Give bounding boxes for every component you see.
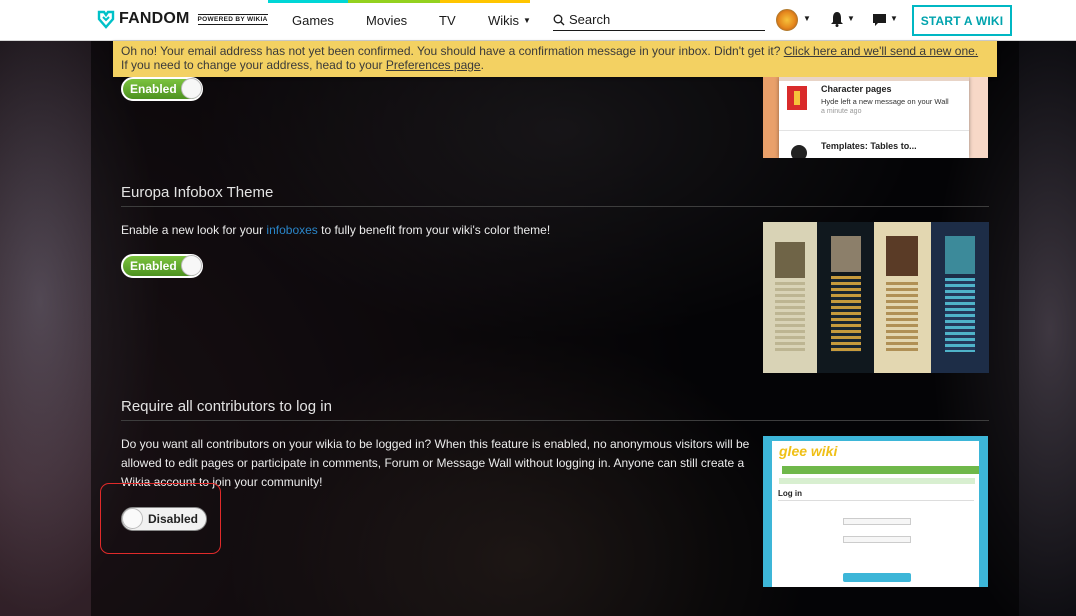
- fandom-heart-icon: [97, 10, 115, 29]
- message-icon[interactable]: [872, 13, 887, 27]
- notifications-chevron-icon[interactable]: ▼: [847, 14, 855, 23]
- preview-notification-title: Character pages: [821, 84, 892, 94]
- resend-confirmation-link[interactable]: Click here and we'll send a new one.: [784, 44, 978, 58]
- banner-text-2-end: .: [480, 58, 484, 72]
- bell-icon[interactable]: [830, 11, 844, 27]
- infobox-image-1: [775, 242, 805, 278]
- preview-notifications-panel: Character pages Hyde left a new message …: [779, 77, 969, 158]
- preview-login-divider: [778, 500, 974, 501]
- powered-by-badge: POWERED BY WIKIA: [197, 13, 268, 25]
- user-avatar[interactable]: [776, 9, 798, 31]
- chevron-down-icon: ▼: [523, 16, 531, 25]
- messages-chevron-icon[interactable]: ▼: [890, 14, 898, 23]
- brand-name: FANDOM: [119, 10, 190, 27]
- search-placeholder: Search: [569, 12, 611, 27]
- nav-movies[interactable]: Movies: [366, 13, 407, 28]
- infobox-preview-4: [931, 222, 989, 373]
- toggle-knob: [181, 78, 202, 99]
- user-menu-chevron-icon[interactable]: ▼: [803, 14, 811, 23]
- preview-login-page: [772, 441, 979, 587]
- infobox-rows-1: [775, 282, 805, 352]
- search-input[interactable]: Search: [553, 9, 765, 31]
- feature-preview-infoboxes: [763, 222, 989, 373]
- banner-text-2: If you need to change your address, head…: [121, 58, 383, 72]
- preview-notification-title-2: Templates: Tables to...: [821, 141, 917, 151]
- infobox-image-2: [831, 236, 861, 272]
- preview-subnav: [779, 478, 975, 484]
- toggle-knob: [181, 255, 202, 276]
- banner-line-1: Oh no! Your email address has not yet be…: [121, 44, 989, 58]
- preview-avatar-mark: [794, 91, 800, 105]
- desc-text-a: Enable a new look for your: [121, 223, 267, 237]
- infoboxes-link[interactable]: infoboxes: [266, 223, 317, 237]
- toggle-label: Enabled: [130, 259, 177, 273]
- infobox-rows-2: [831, 276, 861, 352]
- section-title-require-login: Require all contributors to log in: [121, 398, 332, 415]
- preview-divider: [779, 130, 969, 131]
- infobox-image-3: [886, 236, 918, 276]
- fandom-logo[interactable]: FANDOM POWERED BY WIKIA: [96, 9, 268, 29]
- nav-tv[interactable]: TV: [439, 13, 456, 28]
- feature-toggle-1[interactable]: Enabled: [121, 77, 203, 101]
- email-confirmation-banner: Oh no! Your email address has not yet be…: [113, 41, 997, 77]
- nav-games[interactable]: Games: [292, 13, 334, 28]
- highlight-annotation: [100, 483, 221, 554]
- infobox-image-4: [945, 236, 975, 274]
- infobox-rows-4: [945, 278, 975, 352]
- feature-preview-login: glee wiki Log in: [763, 436, 988, 587]
- desc-text-b: to fully benefit from your wiki's color …: [317, 223, 551, 237]
- search-icon: [553, 14, 565, 25]
- preview-username-field: [843, 518, 911, 525]
- preview-login-button: [843, 573, 911, 582]
- infobox-rows-3: [886, 282, 918, 352]
- feature-preview-notifications: Character pages Hyde left a new message …: [763, 77, 988, 158]
- preview-avatar-dark: [791, 145, 807, 158]
- preview-login-heading: Log in: [778, 489, 802, 498]
- banner-text-1: Oh no! Your email address has not yet be…: [121, 44, 781, 58]
- preview-bg-strip: [763, 77, 779, 158]
- infobox-preview-2: [817, 222, 874, 373]
- europa-infobox-toggle[interactable]: Enabled: [121, 254, 203, 278]
- preferences-link[interactable]: Preferences page: [386, 58, 481, 72]
- preview-avatar-red: [787, 86, 807, 110]
- start-a-wiki-button[interactable]: START A WIKI: [912, 5, 1012, 36]
- nav-wikis[interactable]: Wikis ▼: [488, 13, 531, 28]
- section-description-europa: Enable a new look for your infoboxes to …: [121, 221, 741, 240]
- preview-notification-item: Character pages Hyde left a new message …: [821, 84, 949, 115]
- infobox-preview-3: [874, 222, 931, 373]
- section-title-europa: Europa Infobox Theme: [121, 184, 274, 201]
- toggle-label: Enabled: [130, 82, 177, 96]
- preview-password-field: [843, 536, 911, 543]
- preview-wiki-nav: [782, 466, 979, 474]
- section-divider: [121, 420, 989, 421]
- preview-wiki-logo: glee wiki: [779, 443, 838, 459]
- banner-line-2: If you need to change your address, head…: [121, 58, 989, 72]
- preview-panel-header: [779, 77, 969, 81]
- nav-wikis-label: Wikis: [488, 13, 520, 28]
- preview-notification-sub: Hyde left a new message on your Wall: [821, 97, 949, 106]
- preview-notification-item-2: Templates: Tables to...: [821, 141, 917, 151]
- section-divider: [121, 206, 989, 207]
- global-navigation: FANDOM POWERED BY WIKIA Games Movies TV …: [0, 0, 1076, 41]
- infobox-preview-1: [763, 222, 817, 373]
- nav-color-stripe: [0, 0, 1076, 3]
- preview-notification-time: a minute ago: [821, 108, 862, 115]
